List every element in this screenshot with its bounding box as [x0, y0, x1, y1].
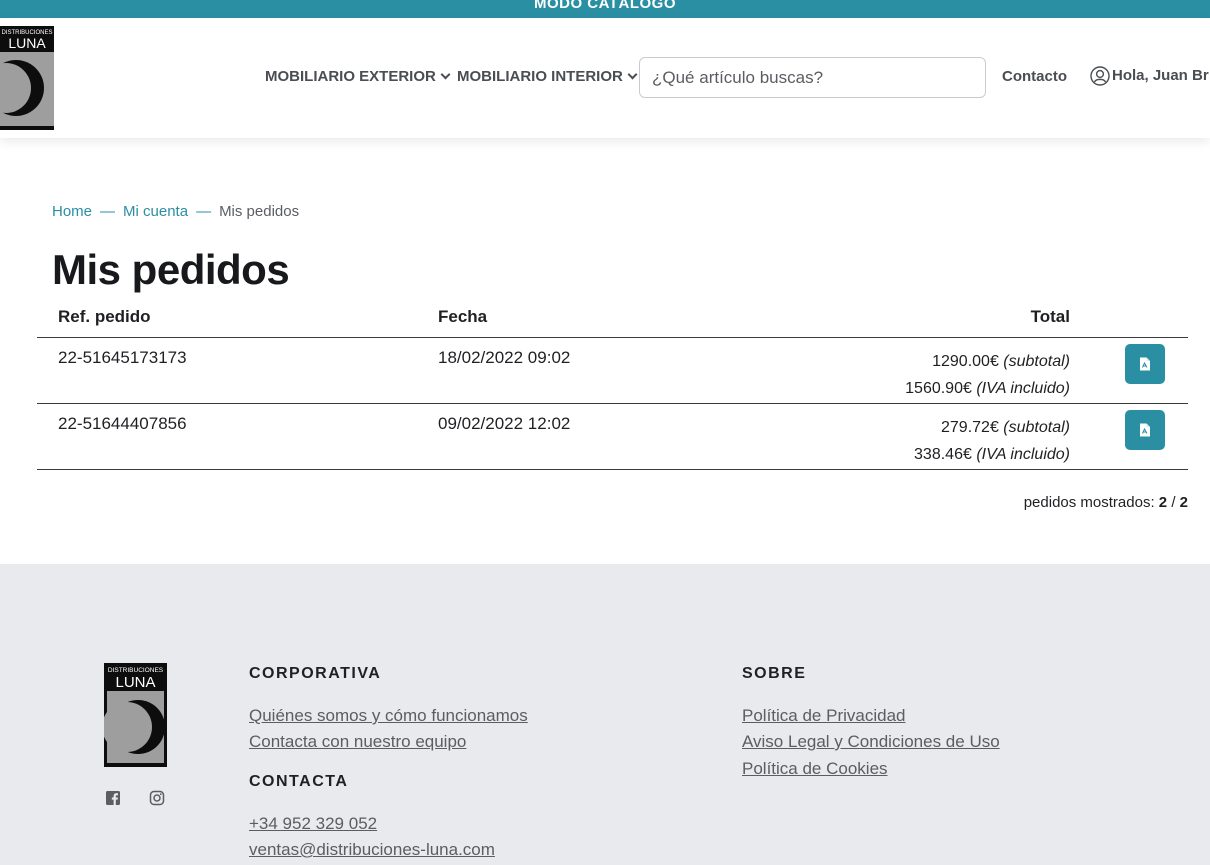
chevron-down-icon	[627, 69, 638, 80]
user-greeting: Hola, Juan Br	[1112, 66, 1209, 84]
footer-link-privacy[interactable]: Política de Privacidad	[742, 706, 905, 726]
footer-email[interactable]: ventas@distribuciones-luna.com	[249, 840, 495, 860]
nav-mobiliario-exterior[interactable]: MOBILIARIO EXTERIOR	[265, 68, 451, 85]
logo-text-main: LUNA	[8, 35, 46, 51]
pdf-file-icon	[1140, 423, 1150, 437]
user-icon	[1090, 66, 1110, 86]
order-subtotal: 1290.00€	[932, 353, 999, 370]
catalog-mode-banner: MODO CATÁLOGO	[0, 0, 1210, 18]
vat-note: (IVA incluido)	[976, 380, 1070, 397]
shown-count: 2	[1158, 494, 1168, 511]
footer-heading-contacta: CONTACTA	[249, 773, 349, 790]
subtotal-note: (subtotal)	[1003, 353, 1070, 370]
footer-phone[interactable]: +34 952 329 052	[249, 814, 377, 834]
brand-logo[interactable]: DISTRIBUCIONES LUNA	[0, 26, 54, 130]
download-pdf-button[interactable]	[1125, 410, 1165, 450]
breadcrumb-current: Mis pedidos	[219, 203, 300, 220]
footer-heading-sobre: SOBRE	[742, 665, 807, 682]
footer-brand-logo[interactable]: DISTRIBUCIONES LUNA	[104, 663, 167, 767]
orders-shown-count: pedidos mostrados: 2 / 2	[1024, 494, 1188, 511]
nav-label: MOBILIARIO INTERIOR	[457, 68, 623, 85]
chevron-down-icon	[440, 69, 451, 80]
column-header-ref: Ref. pedido	[58, 307, 151, 326]
order-ref: 22-51645173173	[58, 348, 187, 367]
pdf-file-icon	[1140, 357, 1150, 371]
instagram-icon[interactable]	[149, 790, 165, 806]
order-date: 09/02/2022 12:02	[438, 414, 571, 433]
nav-label: MOBILIARIO EXTERIOR	[265, 68, 436, 85]
order-total-vat: 338.46€	[914, 446, 972, 463]
orders-table: Ref. pedido Fecha Total 22-51645173173 1…	[37, 300, 1188, 470]
footer-link-legal[interactable]: Aviso Legal y Condiciones de Uso	[742, 732, 1000, 752]
facebook-icon[interactable]	[105, 790, 121, 806]
footer-link-about[interactable]: Quiénes somos y cómo funcionamos	[249, 706, 528, 726]
download-pdf-button[interactable]	[1125, 344, 1165, 384]
table-row: 22-51645173173 18/02/2022 09:02 1290.00€…	[37, 338, 1188, 404]
site-footer: DISTRIBUCIONES LUNA CORPORATIVA Quiénes …	[0, 564, 1210, 865]
table-row: 22-51644407856 09/02/2022 12:02 279.72€ …	[37, 404, 1188, 470]
breadcrumb-my-account[interactable]: Mi cuenta	[123, 203, 188, 220]
footer-heading-corporativa: CORPORATIVA	[249, 665, 382, 682]
breadcrumb-home[interactable]: Home	[52, 203, 92, 220]
banner-text: MODO CATÁLOGO	[533, 0, 677, 12]
breadcrumb: Home — Mi cuenta — Mis pedidos	[52, 203, 299, 220]
vat-note: (IVA incluido)	[976, 446, 1070, 463]
table-header: Ref. pedido Fecha Total	[37, 300, 1188, 338]
user-account-menu[interactable]: Hola, Juan Br	[1090, 66, 1209, 86]
page-title: Mis pedidos	[52, 246, 290, 293]
shown-total: 2	[1179, 494, 1188, 511]
shown-separator: /	[1171, 494, 1176, 511]
subtotal-note: (subtotal)	[1003, 419, 1070, 436]
logo-text-top: DISTRIBUCIONES	[108, 667, 164, 674]
contact-link[interactable]: Contacto	[1002, 68, 1067, 85]
footer-link-contact-team[interactable]: Contacta con nuestro equipo	[249, 732, 466, 752]
order-total: 279.72€ (subtotal) 338.46€ (IVA incluido…	[914, 414, 1070, 468]
order-total-vat: 1560.90€	[905, 380, 972, 397]
breadcrumb-separator: —	[100, 203, 116, 220]
order-total: 1290.00€ (subtotal) 1560.90€ (IVA inclui…	[905, 348, 1070, 402]
search-input[interactable]	[639, 57, 986, 98]
order-subtotal: 279.72€	[941, 419, 999, 436]
breadcrumb-separator: —	[196, 203, 212, 220]
column-header-total: Total	[1030, 307, 1070, 326]
site-header: DISTRIBUCIONES LUNA MOBILIARIO EXTERIOR …	[0, 18, 1210, 138]
nav-mobiliario-interior[interactable]: MOBILIARIO INTERIOR	[457, 68, 638, 85]
footer-link-cookies[interactable]: Política de Cookies	[742, 759, 888, 779]
order-ref: 22-51644407856	[58, 414, 187, 433]
shown-label: pedidos mostrados:	[1023, 494, 1155, 511]
column-header-date: Fecha	[438, 307, 488, 326]
order-date: 18/02/2022 09:02	[438, 348, 571, 367]
logo-text-main: LUNA	[115, 674, 155, 691]
